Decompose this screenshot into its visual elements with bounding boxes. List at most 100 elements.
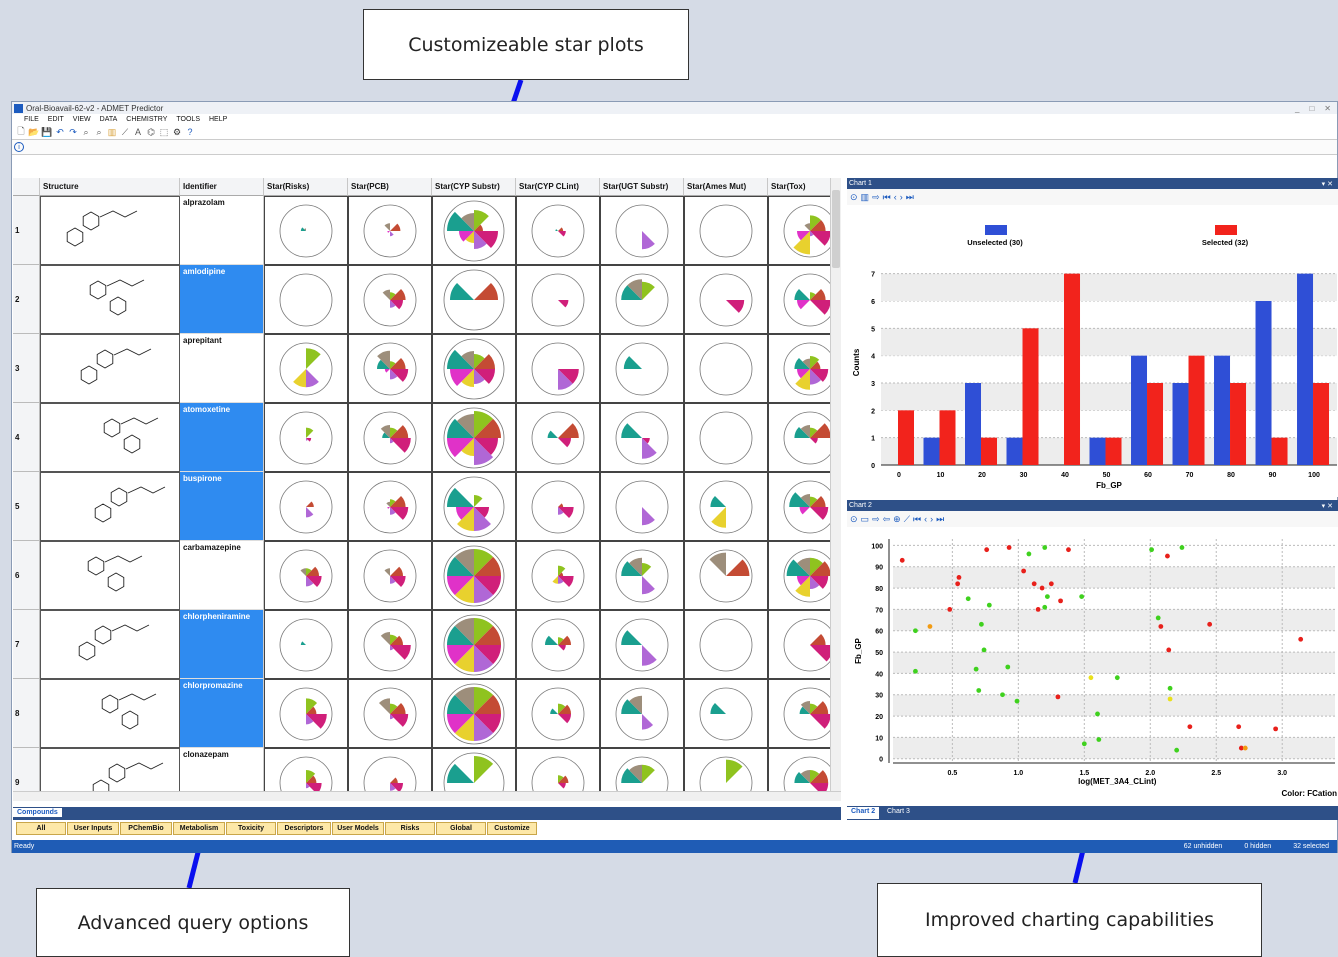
settings-icon[interactable]: ⚙ — [172, 127, 182, 137]
scroll-thumb[interactable] — [832, 190, 840, 268]
star-plot-cell[interactable] — [516, 748, 600, 791]
query-button-user-inputs[interactable]: User Inputs — [67, 822, 119, 835]
star-plot-cell[interactable] — [600, 472, 684, 541]
star-plot-cell[interactable] — [432, 610, 516, 679]
menu-tools[interactable]: TOOLS — [176, 116, 200, 123]
first-icon[interactable]: ⏮ — [913, 514, 921, 525]
structure-cell[interactable] — [40, 541, 180, 610]
star-plot-cell[interactable] — [516, 472, 600, 541]
star-plot-cell[interactable] — [600, 265, 684, 334]
column-header[interactable]: Identifier — [180, 178, 264, 196]
column-header[interactable]: Structure — [40, 178, 180, 196]
new-icon[interactable]: 🗋 — [16, 126, 26, 137]
identifier-cell[interactable]: aprepitant — [180, 334, 264, 403]
star-plot-cell[interactable] — [516, 196, 600, 265]
row-number[interactable]: 3 — [13, 334, 40, 403]
star-plot-cell[interactable] — [264, 472, 348, 541]
star-plot-cell[interactable] — [516, 610, 600, 679]
star-plot-cell[interactable] — [264, 334, 348, 403]
star-plot-cell[interactable] — [432, 472, 516, 541]
star-plot-cell[interactable] — [600, 541, 684, 610]
query-button-risks[interactable]: Risks — [385, 822, 435, 835]
open-icon[interactable]: 📂 — [28, 127, 39, 137]
star-plot-cell[interactable] — [684, 541, 768, 610]
close-button[interactable]: ✕ — [1324, 104, 1331, 113]
identifier-cell[interactable]: chlorpheniramine — [180, 610, 264, 679]
undo-icon[interactable]: ↶ — [55, 127, 65, 137]
text-icon[interactable]: A — [133, 127, 143, 137]
column-header[interactable]: Star(PCB) — [348, 178, 432, 196]
star-plot-cell[interactable] — [600, 196, 684, 265]
chart-icon[interactable]: ▥ — [107, 127, 117, 137]
row-number[interactable]: 5 — [13, 472, 40, 541]
arrow-left-icon[interactable]: ⇦ — [883, 514, 891, 525]
star-plot-cell[interactable] — [432, 748, 516, 791]
maximize-button[interactable]: □ — [1309, 104, 1314, 113]
column-header[interactable]: Star(Ames Mut) — [684, 178, 768, 196]
star-plot-cell[interactable] — [348, 610, 432, 679]
row-number[interactable]: 7 — [13, 610, 40, 679]
next-icon[interactable]: › — [930, 514, 933, 524]
row-number[interactable]: 2 — [13, 265, 40, 334]
star-plot-cell[interactable] — [264, 748, 348, 791]
star-plot-cell[interactable] — [348, 265, 432, 334]
star-plot-cell[interactable] — [516, 334, 600, 403]
identifier-cell[interactable]: alprazolam — [180, 196, 264, 265]
last-icon[interactable]: ⏭ — [936, 514, 944, 525]
menu-edit[interactable]: EDIT — [48, 116, 64, 123]
pane-controls[interactable]: ▾ ✕ — [1322, 180, 1338, 188]
star-plot-cell[interactable] — [432, 679, 516, 748]
identifier-cell[interactable]: buspirone — [180, 472, 264, 541]
help-icon[interactable]: ? — [185, 127, 195, 137]
query-button-metabolism[interactable]: Metabolism — [173, 822, 225, 835]
star-plot-cell[interactable] — [432, 334, 516, 403]
star-plot-cell[interactable] — [516, 679, 600, 748]
last-icon[interactable]: ⏭ — [906, 192, 914, 203]
star-plot-cell[interactable] — [264, 196, 348, 265]
identifier-cell[interactable]: carbamazepine — [180, 541, 264, 610]
magnify-icon[interactable]: ⊕ — [893, 514, 901, 525]
identifier-cell[interactable]: chlorpromazine — [180, 679, 264, 748]
star-plot-cell[interactable] — [348, 334, 432, 403]
star-plot-cell[interactable] — [516, 403, 600, 472]
query-button-customize[interactable]: Customize — [487, 822, 537, 835]
star-plot-cell[interactable] — [684, 472, 768, 541]
structure-cell[interactable] — [40, 265, 180, 334]
menu-chemistry[interactable]: CHEMISTRY — [126, 116, 167, 123]
menu-file[interactable]: FILE — [24, 116, 39, 123]
prev-icon[interactable]: ‹ — [924, 514, 927, 524]
star-plot-cell[interactable] — [432, 541, 516, 610]
star-plot-cell[interactable] — [432, 403, 516, 472]
star-plot-cell[interactable] — [600, 748, 684, 791]
star-plot-cell[interactable] — [600, 679, 684, 748]
structure-cell[interactable] — [40, 196, 180, 265]
bar-chart-icon[interactable]: ▥ — [861, 192, 870, 203]
menu-help[interactable]: HELP — [209, 116, 227, 123]
tab-chart-3[interactable]: Chart 3 — [883, 807, 914, 819]
structure-cell[interactable] — [40, 610, 180, 679]
row-number[interactable]: 1 — [13, 196, 40, 265]
query-button-global[interactable]: Global — [436, 822, 486, 835]
star-plot-cell[interactable] — [684, 748, 768, 791]
row-number[interactable]: 4 — [13, 403, 40, 472]
identifier-cell[interactable]: atomoxetine — [180, 403, 264, 472]
star-plot-cell[interactable] — [516, 541, 600, 610]
column-header[interactable]: Star(CYP Substr) — [432, 178, 516, 196]
star-plot-cell[interactable] — [264, 403, 348, 472]
find-icon[interactable]: ⌕ — [81, 127, 91, 137]
select-icon[interactable]: ⬚ — [159, 127, 169, 137]
tab-chart-2[interactable]: Chart 2 — [847, 807, 880, 819]
structure-cell[interactable] — [40, 334, 180, 403]
find-replace-icon[interactable]: ⌕ — [94, 127, 104, 137]
star-plot-cell[interactable] — [264, 610, 348, 679]
structure-icon[interactable]: ⌬ — [146, 127, 156, 137]
identifier-cell[interactable]: amlodipine — [180, 265, 264, 334]
structure-cell[interactable] — [40, 748, 180, 791]
star-plot-cell[interactable] — [684, 265, 768, 334]
plot-icon[interactable]: ⟋ — [120, 127, 130, 137]
next-icon[interactable]: › — [900, 192, 903, 202]
star-plot-cell[interactable] — [684, 196, 768, 265]
pane-controls[interactable]: ▾ ✕ — [1322, 502, 1338, 510]
tab-compounds[interactable]: Compounds — [13, 808, 62, 817]
column-header[interactable]: Star(CYP CLint) — [516, 178, 600, 196]
